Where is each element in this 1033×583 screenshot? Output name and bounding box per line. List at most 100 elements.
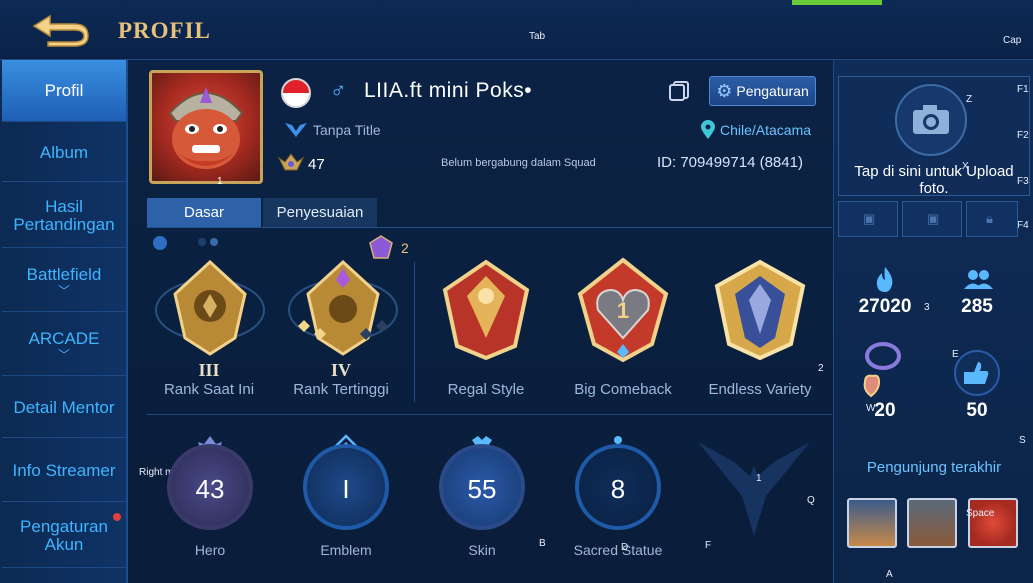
big-comeback-badge[interactable]: 1 [568,254,678,364]
hero-label: Hero [194,542,226,558]
key-hint-z: Z [966,94,973,105]
key-hint-f: F [705,540,712,551]
notification-dot [113,513,121,521]
rank-highest-tier: IV [330,360,351,380]
endless-variety-icon [714,259,806,361]
photo-slot-1[interactable]: ▣ [838,201,898,237]
avatar[interactable] [149,70,263,184]
squad-status: Belum bergabung dalam Squad [441,157,596,169]
regal-style-badge[interactable] [431,254,541,364]
key-hint-b: B [539,538,546,549]
settings-button[interactable]: ⚙ Pengaturan [709,76,816,106]
swap-icon[interactable] [153,236,167,250]
visitor-avatar[interactable] [907,498,957,548]
sidebar-item-label: Detail Mentor [13,397,115,417]
like-button[interactable] [954,350,1000,396]
gear-icon: ⚙ [716,80,733,101]
country-flag-icon [281,78,311,108]
photo-slot-2[interactable]: ▣ [902,201,962,237]
avatar-badge: 1 [217,176,223,187]
key-hint-f3: F3 [1017,176,1029,187]
key-hint-w: W [866,403,876,414]
regal-style-icon [442,259,530,361]
camera-button[interactable] [895,84,967,156]
sidebar-item-arcade[interactable]: ARCADE ﹀ [2,314,126,376]
chevron-down-icon: ﹀ [57,283,70,298]
sidebar-item-profil[interactable]: Profil [2,60,126,122]
rank-current-badge[interactable] [155,254,265,364]
player-title: Tanpa Title [313,122,381,138]
camera-icon: ▣ [863,211,876,226]
key-hint-a: A [886,569,893,580]
season-count: 2 [401,240,409,256]
rank-highest-label: Rank Tertinggi [293,381,389,398]
sacred-statue-label: Sacred Statue [573,542,663,558]
lock-icon: 🔒︎ [986,211,993,226]
key-hint-2: 2 [818,363,824,374]
settings-label: Pengaturan [736,83,809,99]
locked-slot-wings-icon [694,436,814,540]
tab-label: Penyesuaian [276,204,364,221]
sacred-statue-count: 8 [610,474,626,504]
popularity-count: 27020 [858,296,912,317]
hero-portrait-icon [168,87,244,169]
sidebar-item-battlefield[interactable]: Battlefield ﹀ [2,250,126,312]
visitor-avatar[interactable] [968,498,1018,548]
sidebar-item-label: Info Streamer [12,460,116,480]
key-hint-q: Q [807,495,815,506]
emblem-count: I [342,474,350,504]
tab-label: Dasar [183,204,224,221]
top-accent-bar [792,0,882,5]
key-hint-f4: F4 [1017,220,1029,231]
key-hint-s: S [1019,435,1026,446]
title-wings-icon [283,121,309,139]
key-hint-1: 1 [756,473,762,484]
key-hint-d: D [621,542,629,553]
divider [147,414,832,415]
endless-variety-badge[interactable] [705,254,815,364]
key-hint-f2: F2 [1017,130,1029,141]
likes-count: 50 [966,400,988,421]
sidebar-item-label: Profil [44,80,84,100]
player-id[interactable]: ID: 709499714 (8841) [657,154,803,171]
player-level: 47 [308,156,325,173]
rank-current-label: Rank Saat Ini [163,381,255,398]
followers-count[interactable]: 285 [937,296,1017,318]
sidebar-item-label: ARCADE [28,328,100,348]
key-hint-tab: Tab [529,31,546,42]
sidebar-item-label: Pengaturan Akun [20,516,108,554]
camera-icon [913,105,949,134]
male-icon: ♂ [330,78,347,103]
sidebar-item-album[interactable]: Album [2,124,126,182]
photo-slot-3[interactable]: 🔒︎ [966,201,1018,237]
charm-necklace-icon [855,338,903,400]
tab-dasar[interactable]: Dasar [147,198,261,227]
big-comeback-icon: 1 [577,257,669,363]
visitor-avatar[interactable] [847,498,897,548]
sidebar-item-pengaturan-akun[interactable]: Pengaturan Akun [2,504,126,568]
big-comeback-label: Big Comeback [574,381,672,398]
sidebar-item-info-streamer[interactable]: Info Streamer [2,440,126,502]
page-dot [198,238,206,246]
level-crest-icon [277,152,305,174]
sidebar-item-label: Battlefield [26,264,102,284]
key-hint-x: X [962,161,969,172]
endless-variety-label: Endless Variety [708,381,812,398]
back-arrow-icon [32,14,89,47]
copy-icon [669,81,689,101]
sidebar-item-hasil-pertandingan[interactable]: Hasil Pertandingan [2,184,126,248]
upload-photo-text: Tap di sini untuk Upload foto. [854,163,1014,197]
page-title: PROFIL [118,18,211,43]
key-hint-space: Space [966,508,995,519]
sidebar-item-detail-mentor[interactable]: Detail Mentor [2,378,126,438]
hero-count: 43 [195,474,225,504]
sidebar-item-label: Hasil Pertandingan [13,196,115,234]
rank-current-tier: III [198,360,220,380]
back-button[interactable] [30,12,92,48]
emblem-label: Emblem [320,542,372,558]
regal-style-label: Regal Style [447,381,525,398]
tab-penyesuaian[interactable]: Penyesuaian [263,198,377,227]
recent-visitors-label: Pengunjung terakhir [866,459,1002,476]
rank-highest-badge[interactable] [288,254,398,364]
copy-button[interactable] [668,80,692,102]
